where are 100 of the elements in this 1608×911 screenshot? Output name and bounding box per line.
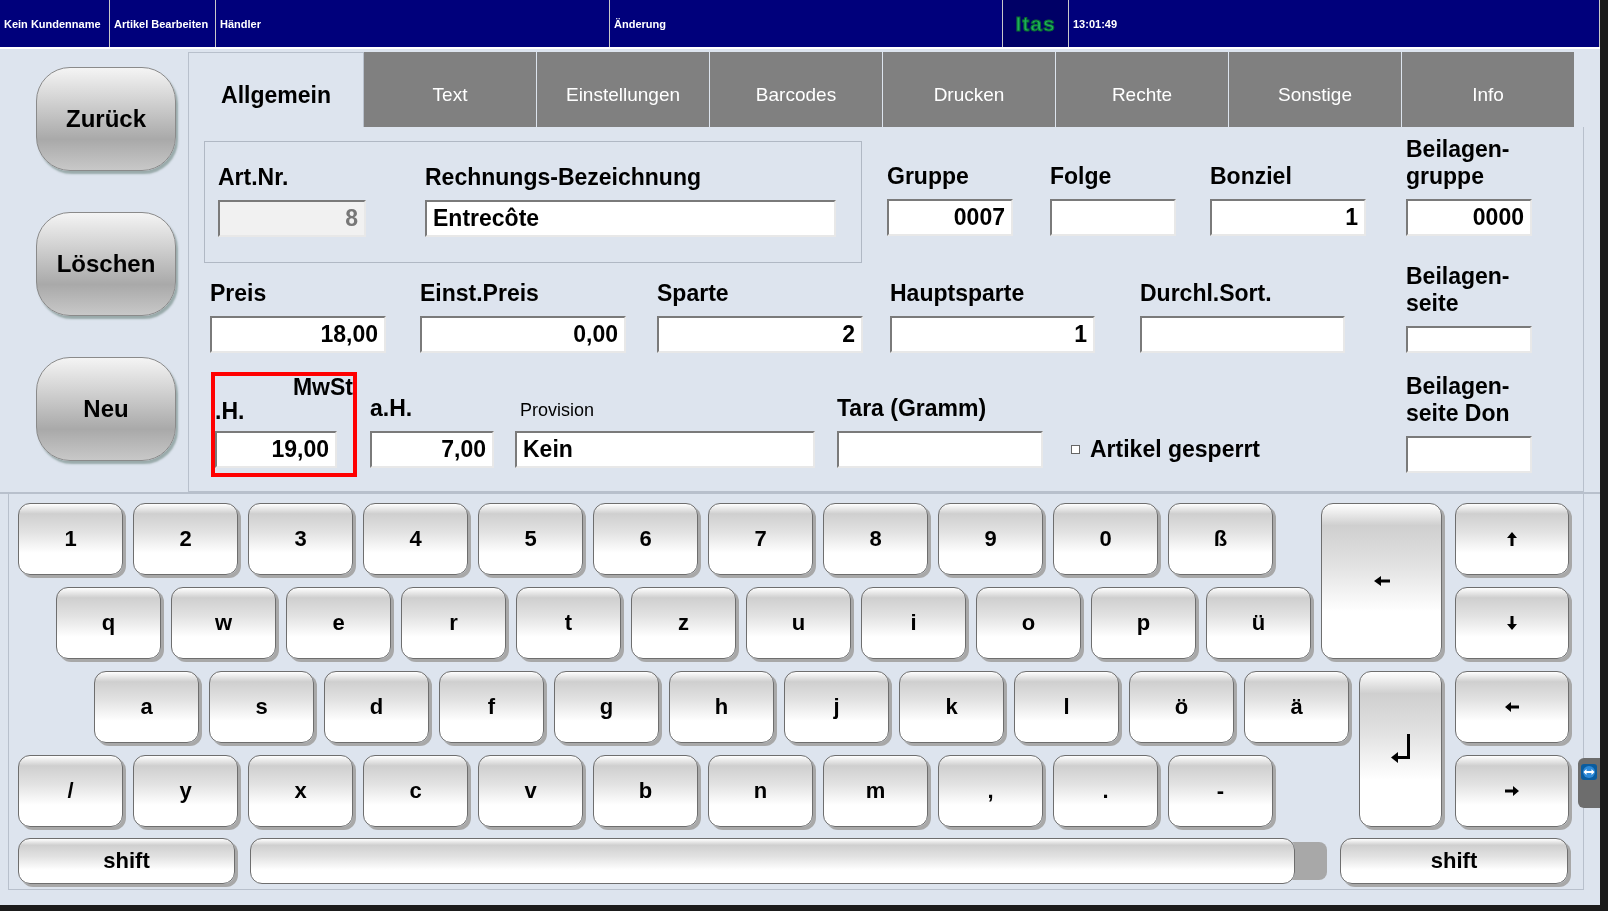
input-field[interactable]: Kein	[515, 431, 815, 468]
key[interactable]: 5	[478, 503, 583, 575]
key[interactable]: a	[94, 671, 199, 743]
key[interactable]: -	[1168, 755, 1273, 827]
backspace-key[interactable]	[1321, 503, 1442, 659]
key[interactable]: 9	[938, 503, 1043, 575]
input-field[interactable]: 0000	[1406, 199, 1532, 236]
key[interactable]: n	[708, 755, 813, 827]
key[interactable]: b	[593, 755, 698, 827]
field-label: Beilagen-	[1406, 136, 1511, 163]
shift-key[interactable]: shift	[18, 838, 235, 884]
dealer-label: Händler	[216, 0, 610, 47]
field-label: Provision	[519, 399, 596, 422]
key[interactable]: i	[861, 587, 966, 659]
tab[interactable]: Allgemein	[188, 52, 364, 127]
key[interactable]: ä	[1244, 671, 1349, 743]
side-tab[interactable]	[1578, 758, 1600, 808]
arrow-key[interactable]	[1455, 671, 1569, 743]
input-field[interactable]	[1406, 326, 1532, 353]
enter-key[interactable]	[1359, 671, 1442, 827]
key[interactable]: g	[554, 671, 659, 743]
key[interactable]: y	[133, 755, 238, 827]
shift-key[interactable]: shift	[1340, 838, 1568, 884]
input-field[interactable]: 18,00	[210, 316, 386, 353]
key[interactable]: ü	[1206, 587, 1311, 659]
key[interactable]: w	[171, 587, 276, 659]
key[interactable]: o	[976, 587, 1081, 659]
side-button[interactable]: Löschen	[36, 212, 176, 316]
input-field[interactable]	[1406, 436, 1532, 473]
arrow-key[interactable]	[1455, 503, 1569, 575]
checkbox-label: Artikel gesperrt	[1090, 436, 1260, 463]
key[interactable]: ß	[1168, 503, 1273, 575]
input-field[interactable]	[1050, 199, 1176, 236]
key[interactable]: r	[401, 587, 506, 659]
input-field[interactable]: 19,00	[215, 431, 337, 468]
checkbox[interactable]	[1071, 445, 1080, 454]
key[interactable]: 1	[18, 503, 123, 575]
input-field[interactable]: 0007	[887, 199, 1013, 236]
customer-label: Kein Kundenname	[0, 0, 110, 47]
side-button[interactable]: Neu	[36, 357, 176, 461]
input-field[interactable]: 1	[1210, 199, 1366, 236]
arrow-key[interactable]	[1455, 755, 1569, 827]
key[interactable]: s	[209, 671, 314, 743]
input-field[interactable]: 8	[218, 200, 366, 237]
tab[interactable]: Einstellungen	[537, 52, 710, 127]
key[interactable]: x	[248, 755, 353, 827]
key[interactable]: /	[18, 755, 123, 827]
key[interactable]: f	[439, 671, 544, 743]
input-field[interactable]	[837, 431, 1043, 468]
clock: 13:01:49	[1069, 0, 1600, 47]
tab[interactable]: Text	[364, 52, 537, 127]
field-label: Durchl.Sort.	[1140, 280, 1273, 307]
key[interactable]: v	[478, 755, 583, 827]
field-label: Beilagen-	[1406, 373, 1511, 400]
key[interactable]: d	[324, 671, 429, 743]
input-field[interactable]: 0,00	[420, 316, 626, 353]
field-label: .H.	[215, 398, 246, 425]
arrow-key[interactable]	[1455, 587, 1569, 659]
key[interactable]: 6	[593, 503, 698, 575]
key[interactable]: 7	[708, 503, 813, 575]
input-field[interactable]: 1	[890, 316, 1095, 353]
key[interactable]: ö	[1129, 671, 1234, 743]
input-field[interactable]: 2	[657, 316, 863, 353]
left-arrow-icon	[1373, 575, 1390, 587]
key[interactable]: 3	[248, 503, 353, 575]
key[interactable]: q	[56, 587, 161, 659]
field-label: Rechnungs-Bezeichnung	[425, 164, 702, 191]
key[interactable]: e	[286, 587, 391, 659]
key[interactable]: t	[516, 587, 621, 659]
down-arrow-icon	[1505, 616, 1519, 630]
input-field[interactable]: 7,00	[370, 431, 494, 468]
left-arrow-icon	[1505, 700, 1519, 714]
logo: Itas	[1015, 11, 1056, 36]
field-label: Preis	[210, 280, 268, 307]
key[interactable]: 4	[363, 503, 468, 575]
tab[interactable]: Info	[1402, 52, 1575, 127]
tab[interactable]: Drucken	[883, 52, 1056, 127]
key[interactable]: c	[363, 755, 468, 827]
key[interactable]: 2	[133, 503, 238, 575]
tab[interactable]: Barcodes	[710, 52, 883, 127]
key[interactable]: j	[784, 671, 889, 743]
side-button[interactable]: Zurück	[36, 67, 176, 171]
key[interactable]: ,	[938, 755, 1043, 827]
return-arrow-icon	[1390, 734, 1411, 764]
key[interactable]: k	[899, 671, 1004, 743]
key[interactable]: m	[823, 755, 928, 827]
key[interactable]: .	[1053, 755, 1158, 827]
right-arrow-icon	[1505, 784, 1519, 798]
key[interactable]: h	[669, 671, 774, 743]
input-field[interactable]	[1140, 316, 1345, 353]
tab[interactable]: Rechte	[1056, 52, 1229, 127]
input-field[interactable]: Entrecôte	[425, 200, 836, 237]
key[interactable]: z	[631, 587, 736, 659]
key[interactable]: 0	[1053, 503, 1158, 575]
key[interactable]: p	[1091, 587, 1196, 659]
key[interactable]: u	[746, 587, 851, 659]
key[interactable]: 8	[823, 503, 928, 575]
key[interactable]: l	[1014, 671, 1119, 743]
tab[interactable]: Sonstige	[1229, 52, 1402, 127]
field-label: Bonziel	[1210, 163, 1293, 190]
